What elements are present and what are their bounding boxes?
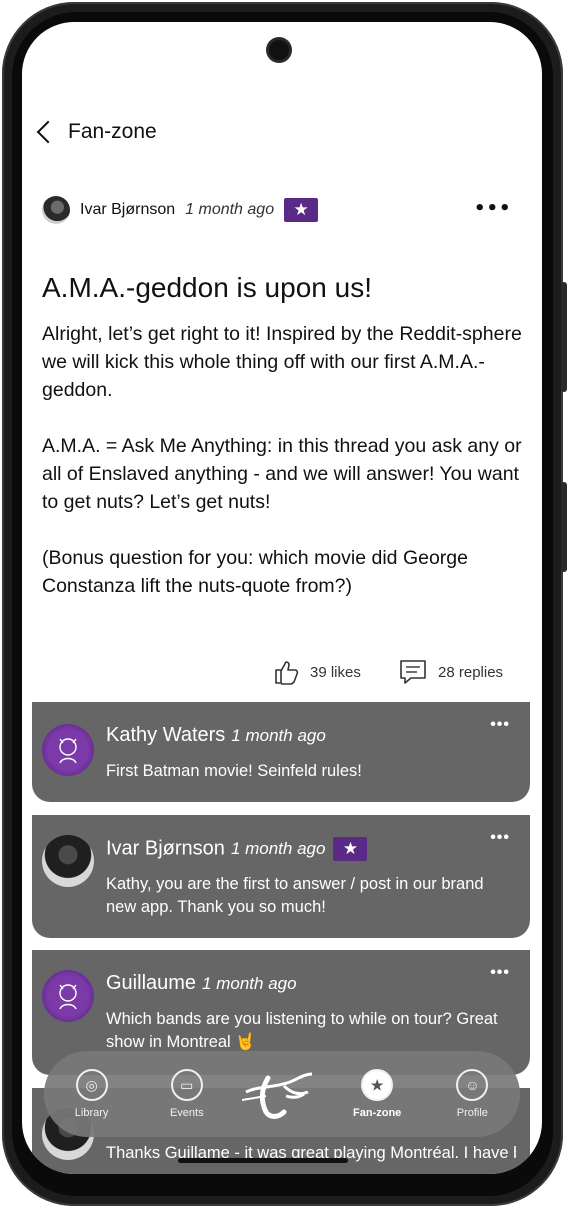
reply-text: Which bands are you listening to while o… <box>106 1010 498 1051</box>
reply-author-name[interactable]: Guillaume <box>106 972 196 994</box>
nav-label: Fan-zone <box>353 1107 402 1119</box>
reply-author: Guillaume 1 month ago <box>106 972 297 995</box>
post-body: Alright, let’s get right to it! Inspired… <box>42 320 522 628</box>
ticket-icon: ▭ <box>170 1069 203 1101</box>
more-options-icon[interactable]: ••• <box>474 198 512 219</box>
thumbs-up-icon <box>275 661 299 685</box>
camera <box>269 40 289 60</box>
nav-label: Library <box>74 1107 109 1119</box>
band-logo-icon <box>59 984 77 1010</box>
reply-author: Kathy Waters 1 month ago <box>106 724 326 747</box>
more-options-icon[interactable]: ••• <box>490 716 510 734</box>
reply-card[interactable]: Ivar Bjørnson 1 month ago ★ Kathy, you are… <box>32 815 530 938</box>
more-options-icon[interactable]: ••• <box>490 964 510 982</box>
like-button[interactable]: 39 likes <box>272 658 361 686</box>
profile-icon: ☺ <box>456 1069 489 1101</box>
post-paragraph: Alright, let’s get right to it! Inspired… <box>42 323 522 401</box>
reply-time: 1 month ago <box>231 726 326 745</box>
bottom-nav: ◎ Library ▭ Events ★ Fan-zone ☺ Profile <box>44 1051 520 1137</box>
comment-icon <box>400 660 426 684</box>
enslaved-logo-icon <box>241 1072 313 1119</box>
reply-text: Kathy, you are the first to answer / pos… <box>106 875 484 916</box>
back-button[interactable]: Fan-zone <box>34 120 157 144</box>
band-logo-icon <box>59 738 77 764</box>
reply-time: 1 month ago <box>230 839 326 859</box>
nav-label: Events <box>169 1107 204 1119</box>
avatar[interactable] <box>42 970 94 1022</box>
chat-star-icon: ★ <box>361 1069 394 1101</box>
replies-count: 28 replies <box>438 663 504 681</box>
post-author[interactable]: Ivar Bjørnson <box>80 201 175 219</box>
nav-events[interactable]: ▭ Events <box>147 1069 227 1119</box>
home-indicator[interactable] <box>178 1158 348 1163</box>
power-button <box>561 482 567 572</box>
post-meta: Ivar Bjørnson 1 month ago ★ <box>42 196 319 224</box>
replies-button[interactable]: 28 replies <box>398 658 503 686</box>
post-time: 1 month ago <box>185 201 275 218</box>
star-badge-icon: ★ <box>333 837 368 861</box>
post-paragraph: (Bonus question for you: which movie did… <box>42 547 468 597</box>
reply-time: 1 month ago <box>202 974 297 993</box>
post-title: A.M.A.-geddon is upon us! <box>42 272 372 303</box>
post-paragraph: A.M.A. = Ask Me Anything: in this thread… <box>42 435 522 513</box>
page-title: Fan-zone <box>68 120 157 143</box>
nav-label: Profile <box>456 1107 488 1119</box>
screen: Fan-zone Ivar Bjørnson 1 month ago ★ •••… <box>22 22 542 1174</box>
avatar[interactable] <box>42 835 94 887</box>
vinyl-icon: ◎ <box>75 1069 108 1101</box>
avatar[interactable] <box>42 196 70 224</box>
likes-count: 39 likes <box>310 663 361 681</box>
chevron-left-icon <box>36 120 60 144</box>
star-badge-icon: ★ <box>284 198 319 222</box>
nav-library[interactable]: ◎ Library <box>52 1069 132 1119</box>
reply-author: Ivar Bjørnson 1 month ago ★ <box>106 837 368 861</box>
nav-fanzone[interactable]: ★ Fan-zone <box>337 1069 417 1119</box>
reply-card[interactable]: Kathy Waters 1 month ago First Batman mov… <box>32 702 530 802</box>
reply-author-name[interactable]: Kathy Waters <box>106 724 225 746</box>
volume-button <box>561 282 567 392</box>
reply-author-name[interactable]: Ivar Bjørnson <box>106 837 225 859</box>
nav-profile[interactable]: ☺ Profile <box>432 1069 512 1119</box>
more-options-icon[interactable]: ••• <box>490 829 510 847</box>
avatar[interactable] <box>42 724 94 776</box>
enslaved-logo[interactable] <box>241 1064 322 1124</box>
reply-text: First Batman movie! Seinfeld rules! <box>106 762 362 780</box>
